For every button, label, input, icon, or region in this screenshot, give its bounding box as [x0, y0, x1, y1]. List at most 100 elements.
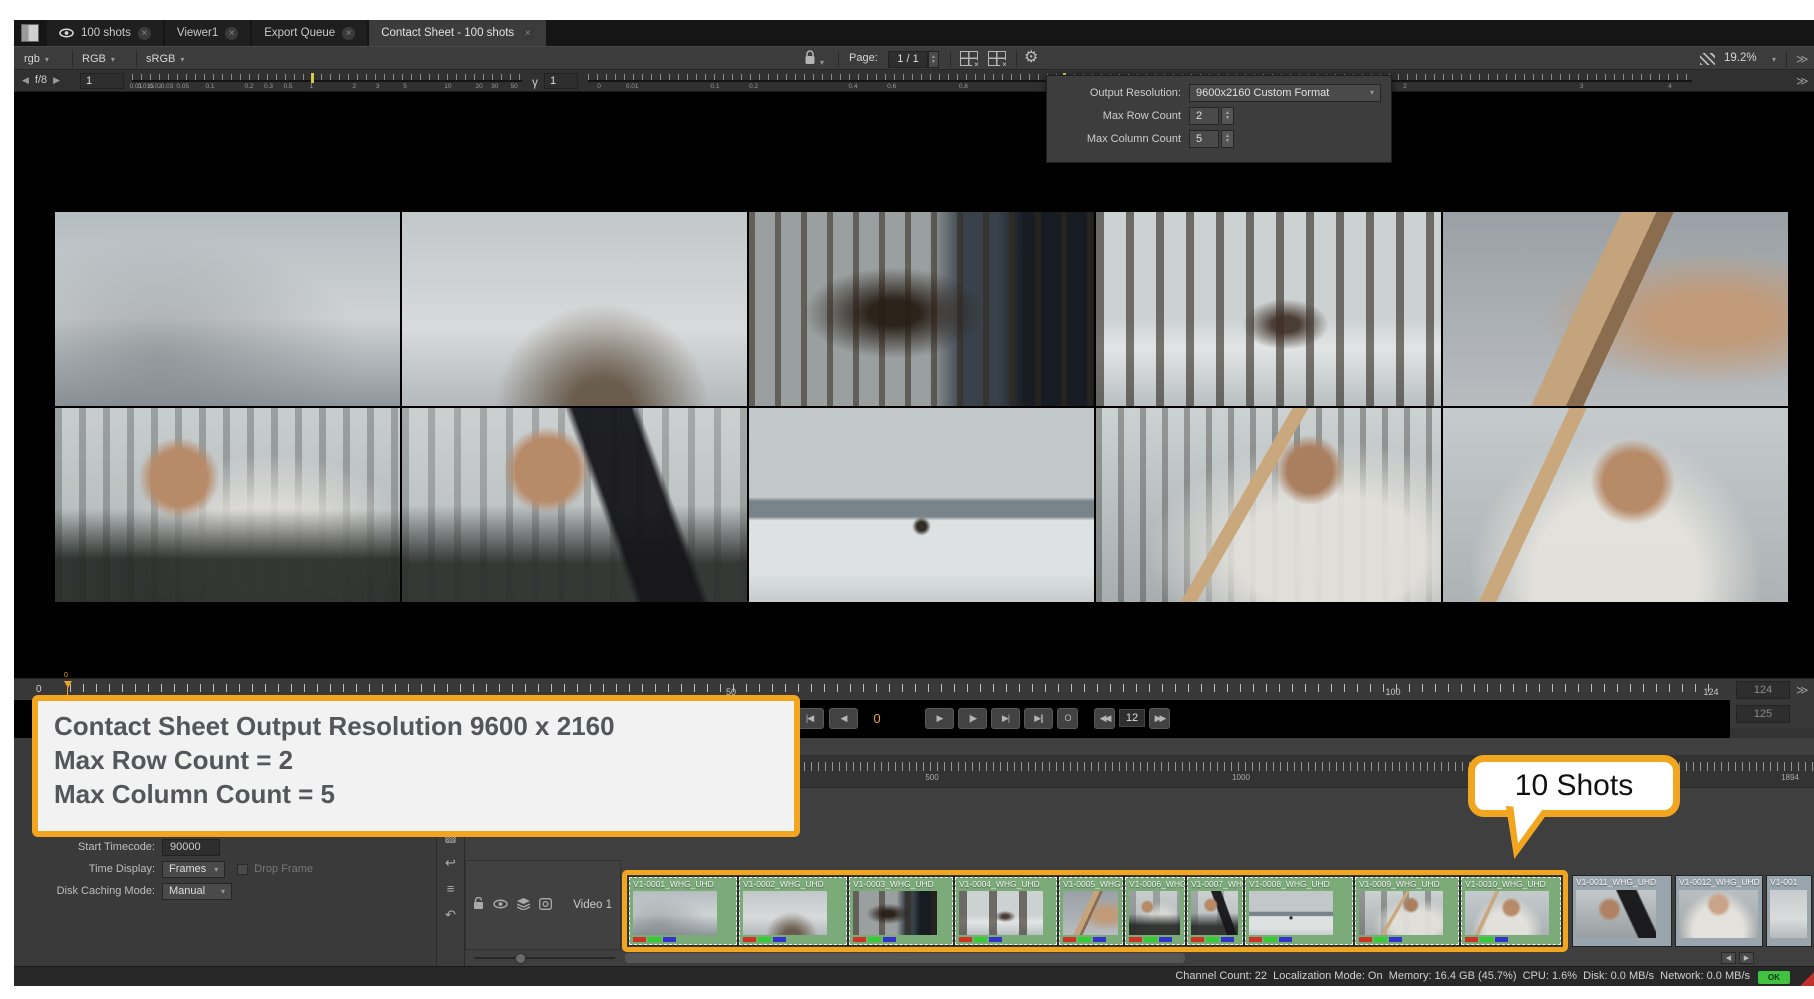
tick-label: 0.1 [710, 83, 719, 90]
resize-corner[interactable] [1800, 972, 1814, 986]
timeline-clip[interactable]: V1-0005_WHG_UHD [1059, 877, 1123, 945]
callout-tail [1509, 804, 1544, 845]
output-resolution-dropdown[interactable]: 9600x2160 Custom Format▾ [1189, 84, 1381, 102]
channel-dropdown[interactable]: rgb▾ [20, 50, 53, 68]
pane-layout-icon[interactable] [21, 24, 39, 42]
layer-dropdown[interactable]: RGB▾ [78, 50, 119, 68]
max-column-count-field[interactable]: 5 [1189, 130, 1219, 148]
lock-icon[interactable] [473, 897, 484, 910]
clip-label: V1-0008_WHG_UHD [1246, 878, 1352, 889]
go-to-end-button[interactable]: ▶|| [1024, 708, 1053, 729]
timeline-clip[interactable]: V1-0008_WHG_UHD [1245, 877, 1353, 945]
tab-viewer1[interactable]: Viewer1 × [165, 20, 250, 46]
collapse-icon[interactable]: ≫ [1796, 683, 1809, 697]
timeline-clip[interactable]: V1-0006_WHG_UHD [1125, 877, 1185, 945]
fps-decrease-button[interactable]: ◀◀ [1094, 708, 1115, 729]
timeline-clip[interactable]: V1-0002_WHG_UHD [739, 877, 847, 945]
zoom-knob[interactable] [515, 953, 526, 964]
frame-count-field[interactable]: 125 [1736, 705, 1790, 723]
max-column-count-spinner[interactable]: ▲▼ [1221, 130, 1234, 148]
contact-sheet-cell[interactable] [55, 212, 400, 406]
chevron-down-icon[interactable]: ▾ [820, 54, 824, 72]
timeline-clip[interactable]: V1-0001_WHG_UHD [629, 877, 737, 945]
collapse-toolbar-icon[interactable]: ≫ [1796, 52, 1809, 66]
fps-increase-button[interactable]: ▶▶ [1149, 708, 1170, 729]
delete-row-icon[interactable]: × [960, 51, 978, 66]
ruler-frame-label: 100 [1385, 687, 1400, 697]
timeline-clip[interactable]: V1-0012_WHG_UHD [1675, 875, 1763, 947]
drop-frame-checkbox[interactable] [237, 864, 248, 875]
play-button[interactable]: ▶ [925, 708, 954, 729]
selected-shots-group[interactable]: V1-0001_WHG_UHD V1-0002_WHG_UHD V1-0003_… [622, 870, 1568, 952]
blend-mode-icon[interactable] [539, 898, 552, 910]
zoom-level[interactable]: 19.2% [1724, 52, 1757, 64]
gamma-symbol: γ [532, 75, 538, 89]
close-icon[interactable]: × [138, 27, 151, 40]
time-display-dropdown[interactable]: Frames▾ [162, 861, 225, 878]
annotation-line: Max Row Count = 2 [54, 743, 778, 777]
scroll-right-button[interactable]: ▶ [1739, 952, 1754, 964]
chevron-down-icon[interactable]: ▾ [1772, 55, 1776, 64]
fps-field[interactable]: 12 [1119, 709, 1145, 727]
timeline-clip[interactable]: V1-0009_WHG_UHD [1355, 877, 1459, 945]
close-icon[interactable]: × [521, 27, 534, 40]
gear-icon[interactable]: ⚙ [1024, 49, 1038, 67]
page-spinner[interactable]: ▲▼ [928, 51, 939, 68]
timeline-clip[interactable]: V1-0010_WHG_UHD [1461, 877, 1561, 945]
colorspace-dropdown[interactable]: sRGB▾ [142, 50, 188, 68]
delete-column-icon[interactable]: × [988, 51, 1006, 66]
next-edit-button[interactable]: ▶| [991, 708, 1020, 729]
current-frame[interactable]: 0 [860, 711, 894, 726]
fstop-stepper[interactable]: ◀f/8▶ [22, 74, 60, 86]
timeline-clip[interactable]: V1-0007_WHG_UHD [1187, 877, 1243, 945]
timeline-tool-icon[interactable]: ↶ [445, 908, 456, 922]
timeline-clip[interactable]: V1-0011_WHG_UHD [1572, 875, 1672, 947]
tab-100-shots[interactable]: 100 shots × [47, 20, 163, 46]
tag-lock-icon[interactable] [804, 50, 816, 66]
proxy-stripes-icon[interactable] [1700, 53, 1715, 65]
timeline-tool-icon[interactable]: ≡ [447, 882, 455, 896]
loop-mode-button[interactable]: O [1057, 708, 1078, 729]
timeline-tool-icon[interactable]: ↩ [445, 856, 456, 870]
rgb-channel-strips [959, 937, 1002, 942]
tab-contact-sheet[interactable]: Contact Sheet - 100 shots × [369, 20, 546, 46]
start-timecode-field[interactable]: 90000 [162, 839, 220, 856]
gain-field[interactable]: 1 [80, 73, 124, 89]
timeline-clip[interactable]: V1-001 [1766, 875, 1812, 947]
frame-range-fields: 124 ≫ ⊔▸ 125 [1730, 678, 1814, 728]
contact-sheet-cell[interactable] [402, 212, 747, 406]
page-field[interactable]: 1 / 1 [888, 51, 928, 68]
scroll-left-button[interactable]: ◀ [1721, 952, 1736, 964]
contact-sheet-cell[interactable] [55, 408, 400, 602]
close-icon[interactable]: × [342, 27, 355, 40]
unselected-shots-group: V1-0011_WHG_UHD V1-0012_WHG_UHD V1-001 [1572, 875, 1814, 947]
play-forward-button[interactable]: |▶ [958, 708, 987, 729]
gain-slider[interactable]: 0.010.0150.020.030.050.10.20.30.51235102… [132, 73, 522, 90]
contact-sheet-cell[interactable] [402, 408, 747, 602]
contact-sheet-cell[interactable] [1096, 212, 1441, 406]
max-row-count-spinner[interactable]: ▲▼ [1221, 107, 1234, 125]
contact-sheet-cell[interactable] [749, 212, 1094, 406]
visibility-eye-icon[interactable] [493, 899, 508, 909]
clip-thumbnail [1063, 891, 1118, 935]
contact-sheet-cell[interactable] [1443, 408, 1788, 602]
horizontal-scrollbar[interactable]: ····· [625, 953, 1185, 963]
disk-caching-dropdown[interactable]: Manual▾ [162, 883, 232, 900]
contact-sheet-cell[interactable] [1096, 408, 1441, 602]
max-row-count-field[interactable]: 2 [1189, 107, 1219, 125]
contact-sheet-cell[interactable] [1443, 212, 1788, 406]
track-zoom-slider[interactable] [475, 957, 615, 959]
collapse-toolbar-icon[interactable]: ≫ [1796, 74, 1809, 88]
layers-icon[interactable] [517, 898, 530, 910]
slider-marker[interactable] [311, 73, 314, 83]
close-icon[interactable]: × [225, 27, 238, 40]
gamma-field[interactable]: 1 [544, 73, 578, 89]
tab-export-queue[interactable]: Export Queue × [252, 20, 367, 46]
viewer-canvas[interactable] [14, 92, 1814, 678]
timeline-clip[interactable]: V1-0004_WHG_UHD [955, 877, 1057, 945]
timeline-clip[interactable]: V1-0003_WHG_UHD [849, 877, 953, 945]
end-frame-field[interactable]: 124 [1736, 681, 1790, 699]
step-back-button[interactable]: ◀ [829, 708, 858, 729]
video-track-header[interactable]: Video 1 [465, 860, 621, 950]
contact-sheet-cell[interactable] [749, 408, 1094, 602]
